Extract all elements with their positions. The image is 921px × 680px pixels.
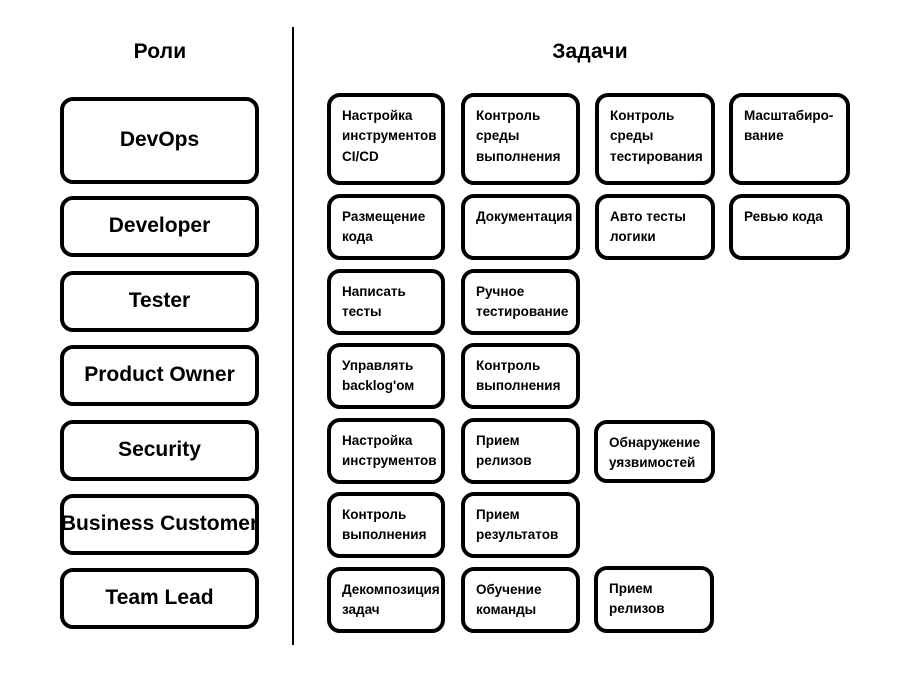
task-box-label: Написать тесты [342, 284, 406, 320]
role-box-label: Security [118, 438, 201, 462]
task-box-label: Ревью кода [744, 209, 823, 224]
task-box-label: Настройка инструментов [342, 433, 437, 469]
role-box-tester[interactable]: Tester [60, 271, 259, 332]
task-box-документация[interactable]: Документация [461, 194, 580, 260]
task-box-размещение-кода[interactable]: Размещение кода [327, 194, 445, 260]
task-box-декомпозиция-задач[interactable]: Декомпозиция задач [327, 567, 445, 633]
task-box-управлять-backlogом[interactable]: Управлять backlog'ом [327, 343, 445, 409]
task-box-label: Контроль выполнения [342, 507, 427, 543]
task-box-прием-релизов[interactable]: Прием релизов [594, 566, 714, 633]
task-box-масштабиро--вание[interactable]: Масштабиро- вание [729, 93, 850, 185]
roles-column-heading: Роли [133, 40, 187, 63]
task-box-контроль-выполнения[interactable]: Контроль выполнения [327, 492, 445, 558]
task-box-label: Размещение кода [342, 209, 426, 245]
task-box-ручное-тестирование[interactable]: Ручное тестирование [461, 269, 580, 335]
role-box-label: Tester [128, 289, 191, 313]
role-box-security[interactable]: Security [60, 420, 259, 481]
task-box-label: Прием релизов [476, 433, 532, 469]
role-box-label: Developer [108, 214, 211, 238]
tasks-column-heading: Задачи [552, 40, 628, 63]
diagram-canvas: Роли Задачи DevOps Developer Tester Product… [0, 0, 921, 680]
task-box-прием-релизов[interactable]: Прием релизов [461, 418, 580, 484]
task-box-контроль-выполнения[interactable]: Контроль выполнения [461, 343, 580, 409]
task-box-label: Контроль выполнения [476, 358, 561, 394]
task-box-контроль-среды-тестирования[interactable]: Контроль среды тестирования [595, 93, 715, 185]
task-box-label: Авто тесты логики [610, 209, 686, 245]
task-box-настройка-инструментов-cicd[interactable]: Настройка инструментов CI/CD [327, 93, 445, 185]
task-box-обнаружение-уязвимостей[interactable]: Обнаружение уязвимостей [594, 420, 715, 483]
task-box-label: Контроль среды тестирования [610, 108, 703, 164]
task-box-label: Масштабиро- вание [744, 108, 834, 144]
role-box-team-lead[interactable]: Team Lead [60, 568, 259, 629]
task-box-label: Прием релизов [609, 581, 665, 617]
task-box-прием-результатов[interactable]: Прием результатов [461, 492, 580, 558]
task-box-написать-тесты[interactable]: Написать тесты [327, 269, 445, 335]
task-box-label: Обучение команды [476, 582, 542, 618]
task-box-label: Обнаружение уязвимостей [609, 435, 701, 471]
task-box-авто-тесты-логики[interactable]: Авто тесты логики [595, 194, 715, 260]
role-box-label: Business Customer [60, 512, 259, 536]
role-box-devops[interactable]: DevOps [60, 97, 259, 184]
task-box-обучение-команды[interactable]: Обучение команды [461, 567, 580, 633]
task-box-label: Декомпозиция задач [342, 582, 440, 618]
task-box-label: Управлять backlog'ом [342, 358, 415, 394]
task-box-label: Контроль среды выполнения [476, 108, 561, 164]
task-box-label: Прием результатов [476, 507, 559, 543]
task-box-контроль-среды-выполнения[interactable]: Контроль среды выполнения [461, 93, 580, 185]
role-box-business-customer[interactable]: Business Customer [60, 494, 259, 555]
task-box-настройка-инструментов[interactable]: Настройка инструментов [327, 418, 445, 484]
role-box-label: Product Owner [84, 363, 235, 387]
task-box-label: Документация [476, 209, 573, 224]
task-box-label: Настройка инструментов CI/CD [342, 108, 437, 164]
task-box-ревью-кода[interactable]: Ревью кода [729, 194, 850, 260]
role-box-label: DevOps [119, 128, 200, 152]
role-box-label: Team Lead [105, 586, 214, 610]
role-box-developer[interactable]: Developer [60, 196, 259, 257]
task-box-label: Ручное тестирование [476, 284, 569, 320]
role-box-product-owner[interactable]: Product Owner [60, 345, 259, 406]
column-divider [292, 27, 294, 645]
